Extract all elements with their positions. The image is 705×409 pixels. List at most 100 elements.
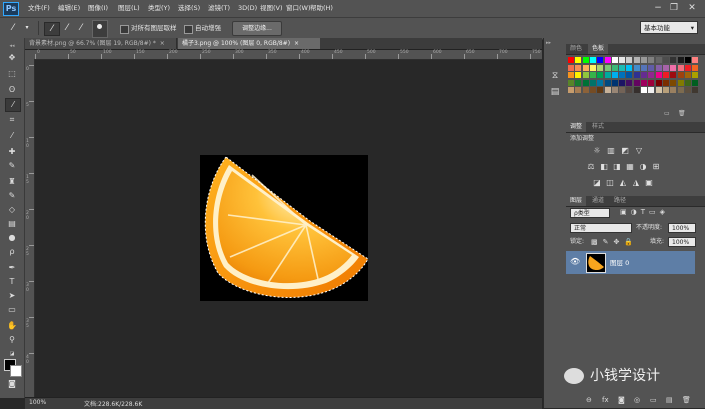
pen-tool-icon[interactable]: ✒ [5,262,19,274]
menu-type[interactable]: 类型(Y) [148,3,170,14]
layer-filter-icons[interactable]: ▣◑T▭◈ [620,208,669,216]
swatch[interactable] [589,57,596,63]
swatch-grid[interactable] [568,55,703,103]
swatch[interactable] [626,57,633,63]
restore-icon[interactable]: ❐ [668,2,680,14]
swatch[interactable] [582,87,589,93]
collapse-icon[interactable]: ▸▸ [546,40,551,46]
menu-select[interactable]: 选择(S) [178,3,200,14]
swatch[interactable] [692,64,699,71]
swatch[interactable] [677,79,684,86]
layer-style-icon[interactable]: fx [602,396,609,404]
dodge-tool-icon[interactable]: ρ [5,246,19,258]
crop-tool-icon[interactable]: ⌗ [5,114,19,126]
add-to-selection-icon[interactable]: ⁄ [60,22,74,34]
channel-mixer-icon[interactable]: ⊞ [651,162,661,172]
menu-layer[interactable]: 图层(L) [118,3,140,14]
gradient-map-icon[interactable]: ◮ [631,178,641,188]
menu-file[interactable]: 文件(F) [28,3,50,14]
swatch[interactable] [619,79,626,86]
exposure-icon[interactable]: ▽ [634,146,644,156]
swatch[interactable] [582,79,589,86]
hand-tool-icon[interactable]: ✋ [5,320,19,332]
quick-selection-tool-icon[interactable]: ⁄ [5,98,21,112]
swatch[interactable] [662,72,669,78]
history-brush-tool-icon[interactable]: ✎ [5,190,19,202]
document-canvas[interactable] [200,155,369,301]
eye-icon[interactable]: 👁 [570,257,580,266]
chevron-down-icon[interactable]: ▾ [20,22,34,34]
gradient-tool-icon[interactable]: ▤ [5,218,19,230]
layer-name[interactable]: 图层 0 [610,257,629,267]
zoom-tool-icon[interactable]: ⚲ [5,334,19,346]
menu-3d[interactable]: 3D(D) [238,3,257,14]
link-layers-icon[interactable]: ⊖ [586,396,592,404]
blend-mode-select[interactable]: 正常 [570,223,632,233]
swatch[interactable] [597,57,604,63]
lasso-tool-icon[interactable]: ʘ [5,84,19,96]
swatch[interactable] [641,79,647,86]
vibrance-icon[interactable]: ⚖ [586,162,596,172]
swatch[interactable] [648,87,655,93]
tab-channels[interactable]: 通道 [588,196,608,206]
swatch[interactable] [633,57,640,63]
subtract-from-selection-icon[interactable]: ⁄ [74,22,88,34]
black-white-icon[interactable]: ▦ [625,162,635,172]
swatch[interactable] [626,79,633,86]
brush-tool-icon[interactable]: ✎ [5,160,19,172]
layer-row[interactable]: 👁 图层 0 [566,251,695,274]
zoom-level[interactable]: 100% [29,399,46,406]
new-group-icon[interactable]: ▭ [650,396,657,404]
new-selection-icon[interactable]: ⁄ [44,22,60,36]
swatch[interactable] [568,79,574,86]
path-selection-tool-icon[interactable]: ➤ [5,290,19,302]
swatch[interactable] [677,72,684,78]
swatch[interactable] [604,79,611,86]
auto-enhance-checkbox[interactable] [184,25,193,34]
swatch[interactable] [575,64,582,71]
tab-layers[interactable]: 图层 [566,196,587,206]
selective-color-icon[interactable]: ▣ [644,178,654,188]
tab-paths[interactable]: 路径 [610,196,630,206]
swatch[interactable] [604,87,611,93]
swatch[interactable] [582,64,589,71]
swatch[interactable] [597,72,604,78]
color-balance-icon[interactable]: ◨ [612,162,622,172]
swatch[interactable] [626,87,633,93]
swatch[interactable] [641,87,647,93]
minimize-icon[interactable]: − [652,2,664,14]
levels-icon[interactable]: ▥ [606,146,616,156]
move-tool-icon[interactable]: ✥ [5,52,19,64]
workspace-select[interactable]: 基本功能 ▾ [640,21,698,34]
menu-window[interactable]: 窗口(W) [286,3,311,14]
swatch[interactable] [575,87,582,93]
swatch[interactable] [589,72,596,78]
swatch[interactable] [655,72,662,78]
swatch[interactable] [575,72,582,78]
swatch[interactable] [677,87,684,93]
swatch[interactable] [641,64,647,71]
swatch[interactable] [692,57,699,63]
swatch[interactable] [619,72,626,78]
eyedropper-tool-icon[interactable]: ⁄ [5,130,19,142]
swatch[interactable] [633,64,640,71]
swatch[interactable] [611,87,618,93]
menu-view[interactable]: 视图(V) [260,3,283,14]
swatch[interactable] [611,64,618,71]
swatch[interactable] [655,57,662,63]
trash-icon[interactable]: 🗑 [682,396,691,404]
swatch[interactable] [589,87,596,93]
close-icon[interactable]: × [294,40,299,47]
swatch[interactable] [655,64,662,71]
swatch[interactable] [692,87,699,93]
rectangle-tool-icon[interactable]: ▭ [5,304,19,316]
swatch[interactable] [662,57,669,63]
swatch[interactable] [597,79,604,86]
refine-edge-button[interactable]: 调整边缘... [232,21,282,36]
tab-background-material[interactable]: 背景素材.png @ 66.7% (图层 19, RGB/8#) * × [25,38,177,49]
healing-brush-tool-icon[interactable]: ✚ [5,146,19,158]
tab-orange[interactable]: 橘子3.png @ 100% (图层 0, RGB/8#) × [178,38,320,49]
swatch[interactable] [641,57,647,63]
swatch[interactable] [677,57,684,63]
swatch[interactable] [611,79,618,86]
